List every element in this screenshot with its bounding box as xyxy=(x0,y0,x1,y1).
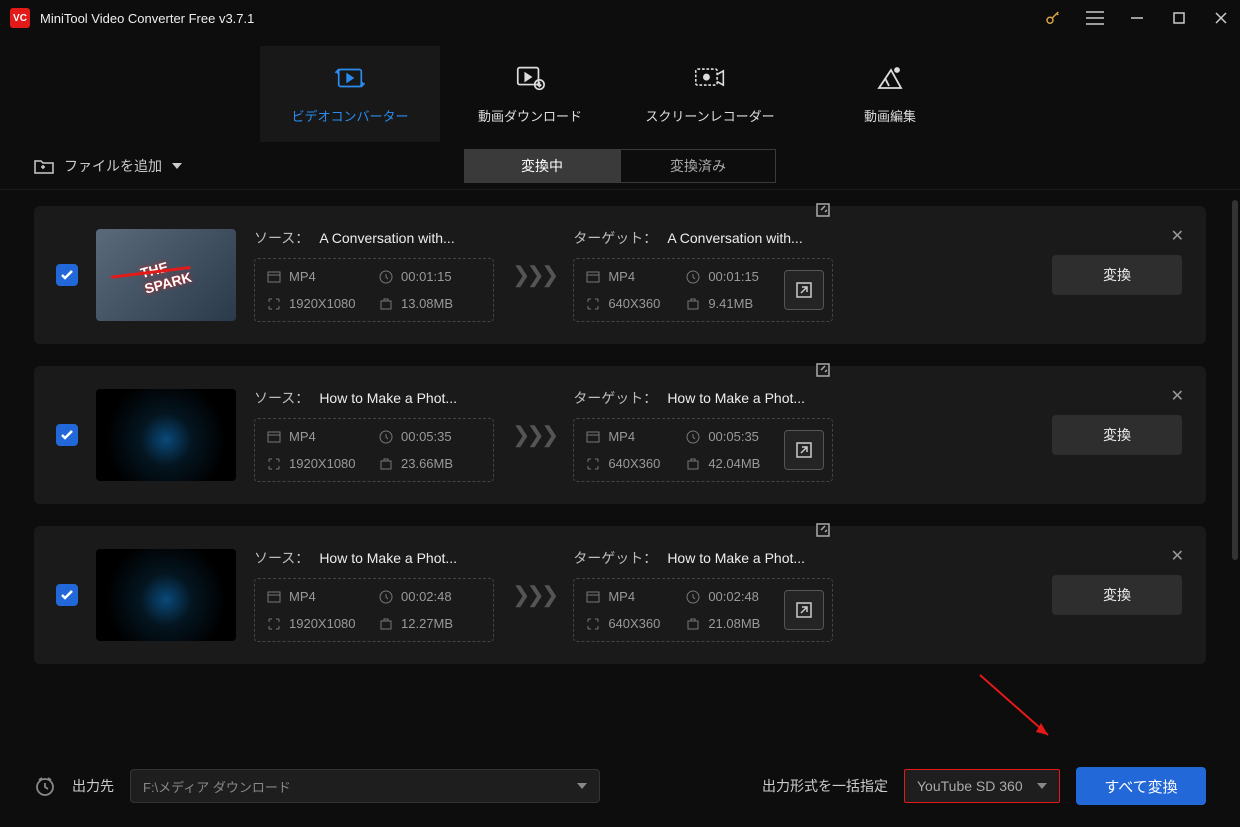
chevron-down-icon xyxy=(1037,783,1047,789)
tab-video-download[interactable]: 動画ダウンロード xyxy=(440,46,620,142)
target-block: ターゲット：How to Make a Phot... MP4 00:02:48… xyxy=(573,548,833,642)
footer: 出力先 F:\メディア ダウンロード 出力形式を一括指定 YouTube SD … xyxy=(0,745,1240,827)
list-item: ソース：How to Make a Phot... MP4 00:05:35 1… xyxy=(34,366,1206,504)
edit-info-icon[interactable] xyxy=(813,200,833,220)
edit-info-icon[interactable] xyxy=(813,520,833,540)
thumbnail[interactable]: THESPARK xyxy=(96,229,236,321)
maximize-button[interactable] xyxy=(1170,9,1188,27)
thumbnail[interactable] xyxy=(96,389,236,481)
close-button[interactable] xyxy=(1212,9,1230,27)
tab-video-edit[interactable]: 動画編集 xyxy=(800,46,980,142)
tab-video-converter[interactable]: ビデオコンバーター xyxy=(260,46,440,142)
convert-button[interactable]: 変換 xyxy=(1052,415,1182,455)
add-file-label: ファイルを追加 xyxy=(64,156,162,176)
edit-icon xyxy=(874,64,906,92)
tab-label: スクリーンレコーダー xyxy=(645,106,774,125)
source-block: ソース：How to Make a Phot... MP4 00:02:48 1… xyxy=(254,548,494,642)
list-item: THESPARK ソース：A Conversation with... MP4 … xyxy=(34,206,1206,344)
status-tabs: 変換中 変換済み xyxy=(464,149,776,183)
scrollbar[interactable] xyxy=(1232,200,1238,560)
source-block: ソース：How to Make a Phot... MP4 00:05:35 1… xyxy=(254,388,494,482)
chevron-down-icon xyxy=(172,163,182,169)
format-label: 出力形式を一括指定 xyxy=(762,776,888,796)
tab-label: 動画ダウンロード xyxy=(478,106,582,125)
edit-info-icon[interactable] xyxy=(813,360,833,380)
target-settings-button[interactable] xyxy=(784,590,824,630)
target-filename: A Conversation with... xyxy=(667,230,833,246)
toolbar: ファイルを追加 変換中 変換済み xyxy=(0,142,1240,190)
chevron-down-icon xyxy=(577,783,587,789)
tab-screen-recorder[interactable]: スクリーンレコーダー xyxy=(620,46,800,142)
target-block: ターゲット：How to Make a Phot... MP4 00:05:35… xyxy=(573,388,833,482)
source-block: ソース：A Conversation with... MP4 00:01:15 … xyxy=(254,228,494,322)
remove-item-button[interactable]: ✕ xyxy=(1171,386,1184,406)
convert-button[interactable]: 変換 xyxy=(1052,255,1182,295)
minimize-button[interactable] xyxy=(1128,9,1146,27)
arrow-icon: ❯❯❯ xyxy=(512,262,555,288)
main-tabs: ビデオコンバーター 動画ダウンロード スクリーンレコーダー 動画編集 xyxy=(0,36,1240,142)
format-value: YouTube SD 360 xyxy=(917,778,1023,794)
thumbnail[interactable] xyxy=(96,549,236,641)
remove-item-button[interactable]: ✕ xyxy=(1171,546,1184,566)
add-file-button[interactable]: ファイルを追加 xyxy=(34,156,182,176)
checkbox[interactable] xyxy=(56,264,78,286)
titlebar: VC MiniTool Video Converter Free v3.7.1 xyxy=(0,0,1240,36)
schedule-icon[interactable] xyxy=(34,775,56,797)
app-logo-icon: VC xyxy=(10,8,30,28)
output-path: F:\メディア ダウンロード xyxy=(143,777,291,796)
file-list: THESPARK ソース：A Conversation with... MP4 … xyxy=(0,190,1240,750)
arrow-icon: ❯❯❯ xyxy=(512,582,555,608)
target-label: ターゲット： xyxy=(573,228,657,248)
checkbox[interactable] xyxy=(56,584,78,606)
key-icon[interactable] xyxy=(1044,9,1062,27)
converter-icon xyxy=(334,64,366,92)
folder-plus-icon xyxy=(34,158,54,174)
output-dir-select[interactable]: F:\メディア ダウンロード xyxy=(130,769,600,803)
arrow-icon: ❯❯❯ xyxy=(512,422,555,448)
recorder-icon xyxy=(694,64,726,92)
target-block: ターゲット：A Conversation with... MP4 00:01:1… xyxy=(573,228,833,322)
list-item: ソース：How to Make a Phot... MP4 00:02:48 1… xyxy=(34,526,1206,664)
source-filename: A Conversation with... xyxy=(319,230,494,246)
target-settings-button[interactable] xyxy=(784,270,824,310)
tab-converted[interactable]: 変換済み xyxy=(620,149,776,183)
checkbox[interactable] xyxy=(56,424,78,446)
app-title: MiniTool Video Converter Free v3.7.1 xyxy=(40,11,254,26)
menu-icon[interactable] xyxy=(1086,9,1104,27)
remove-item-button[interactable]: ✕ xyxy=(1171,226,1184,246)
convert-button[interactable]: 変換 xyxy=(1052,575,1182,615)
tab-label: ビデオコンバーター xyxy=(291,106,408,125)
tab-label: 動画編集 xyxy=(864,106,916,125)
target-settings-button[interactable] xyxy=(784,430,824,470)
output-dir-label: 出力先 xyxy=(72,776,114,796)
source-label: ソース： xyxy=(254,228,309,248)
output-format-select[interactable]: YouTube SD 360 xyxy=(904,769,1060,803)
download-icon xyxy=(514,64,546,92)
convert-all-button[interactable]: すべて変換 xyxy=(1076,767,1206,805)
tab-converting[interactable]: 変換中 xyxy=(464,149,620,183)
